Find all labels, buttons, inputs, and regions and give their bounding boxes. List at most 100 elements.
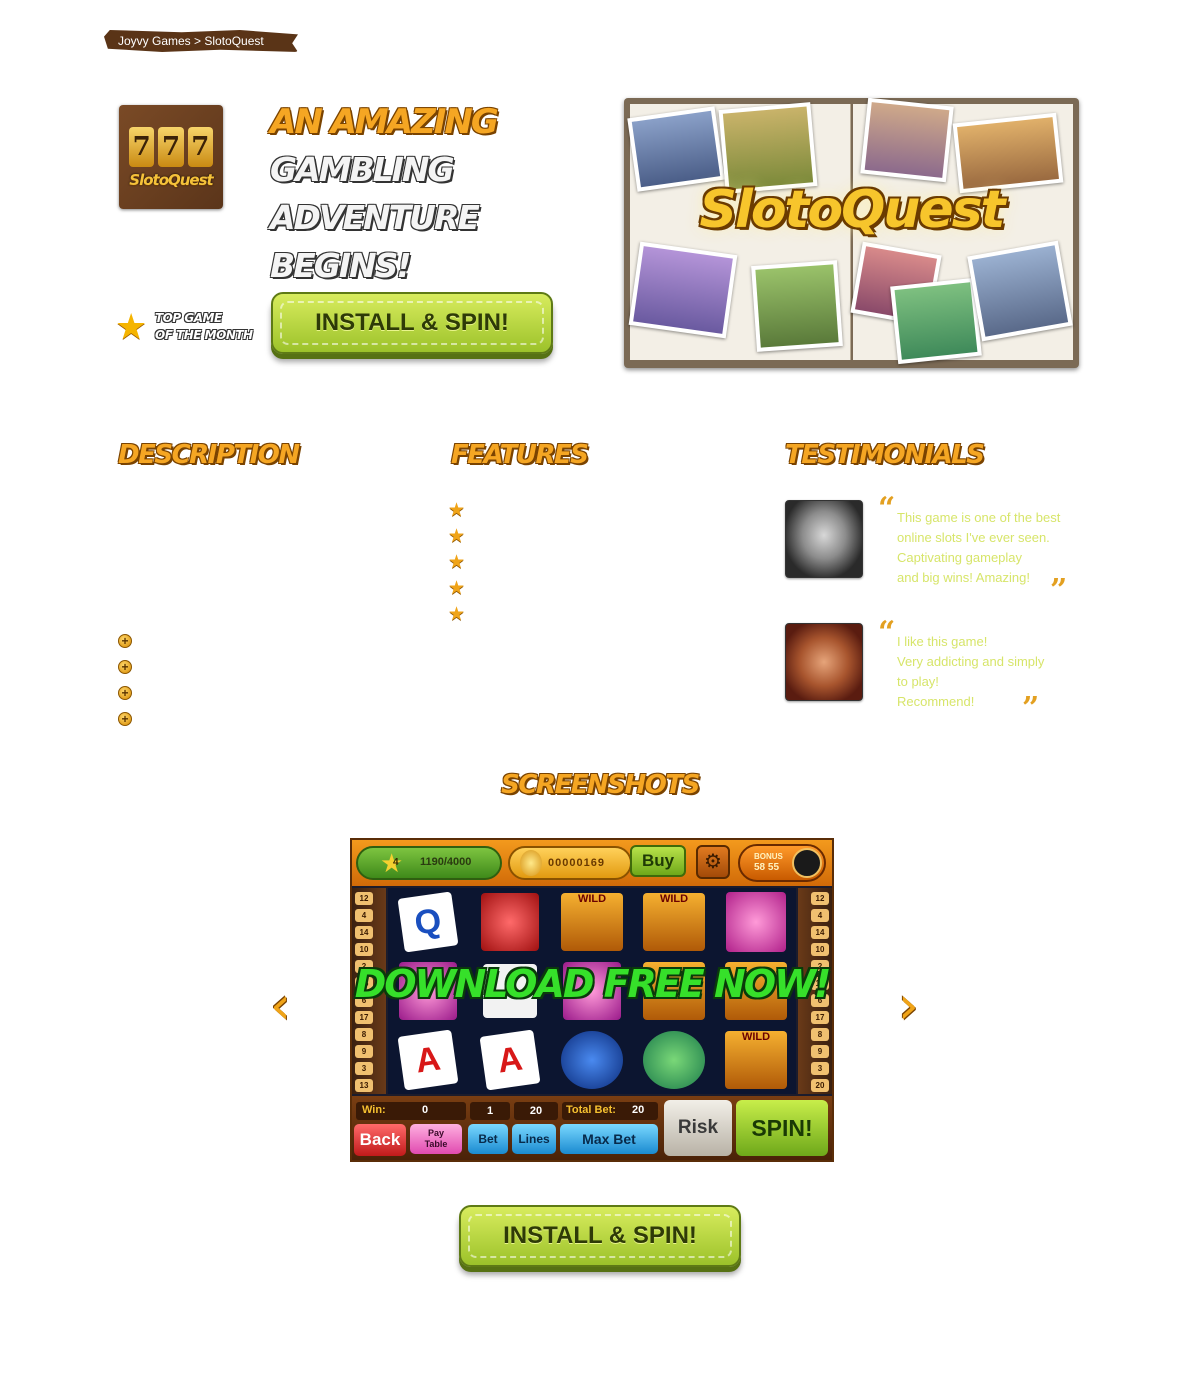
risk-button[interactable]: Risk (664, 1100, 732, 1156)
testimonials-heading: TESTIMONIALS (785, 440, 985, 470)
headline: AN AMAZING GAMBLING ADVENTURE BEGINS! (270, 98, 610, 290)
spin-button[interactable]: SPIN! (736, 1100, 828, 1156)
symbol-wild: WILD (716, 1027, 796, 1094)
lines-button[interactable]: Lines (512, 1124, 556, 1154)
coins-bar: 00000169 (508, 846, 632, 880)
line-number-tab: 14 (811, 926, 829, 939)
download-free-overlay[interactable]: DOWNLOAD FREE NOW! (352, 962, 832, 1006)
testimonial-line: This game is one of the best (897, 510, 1061, 525)
symbol-card-a: A (388, 1027, 468, 1094)
description-heading: DESCRIPTION (118, 440, 300, 470)
photo-police (627, 106, 725, 192)
breadcrumb-text[interactable]: Joyvy Games > SlotoQuest (118, 34, 264, 48)
feature-star-icon: ★ (448, 526, 466, 547)
badge-text: TOP GAME OF THE MONTH (155, 310, 253, 344)
max-bet-button[interactable]: Max Bet (560, 1124, 658, 1154)
total-bet-value: 20 (632, 1104, 645, 1116)
game-screenshot[interactable]: ★ 4 1190/4000 00000169 Buy ⚙ BONUS 58 55… (350, 838, 834, 1162)
reel-seven: 7 (158, 127, 184, 167)
photo-soldier (751, 260, 843, 352)
line-number-tab: 10 (355, 943, 373, 956)
headline-line-2: GAMBLING ADVENTURE (270, 150, 480, 237)
feature-star-icon: ★ (448, 552, 466, 573)
features-heading: FEATURES (451, 440, 589, 470)
feature-star-icon: ★ (448, 500, 466, 521)
feature-star-icon: ★ (448, 604, 466, 625)
star-icon: ★ (115, 306, 148, 347)
photo-park (890, 277, 982, 365)
plus-bullet-icon: + (118, 686, 132, 700)
plus-bullet-icon: + (118, 660, 132, 674)
testimonial-line: Very addicting and simply (897, 654, 1045, 669)
line-number-tab: 8 (355, 1028, 373, 1041)
bonus-timer: BONUS 58 55 (738, 844, 826, 882)
xp-value: 1190/4000 (420, 856, 472, 868)
coins-value: 00000169 (548, 857, 605, 869)
win-value: 0 (422, 1104, 429, 1116)
symbol-wild: WILD (552, 888, 632, 955)
line-number-tab: 17 (811, 1011, 829, 1024)
bet-button[interactable]: Bet (468, 1124, 508, 1154)
testimonial-line: Captivating gameplay (897, 550, 1023, 565)
line-number-tab: 20 (811, 1079, 829, 1092)
open-quote-icon: “ (878, 491, 896, 526)
line-number-tab: 10 (811, 943, 829, 956)
carousel-prev-arrow-icon[interactable]: ‹ (270, 976, 291, 1036)
avatar (785, 500, 863, 578)
open-quote-icon: “ (878, 615, 896, 650)
symbol-helicopter (634, 1027, 714, 1094)
photo-general (967, 240, 1073, 342)
screenshots-heading: SCREENSHOTS (501, 770, 700, 800)
app-icon-logo: SlotoQuest (129, 171, 213, 189)
install-spin-button[interactable]: INSTALL & SPIN! (271, 292, 553, 354)
install-spin-button-bottom[interactable]: INSTALL & SPIN! (459, 1205, 741, 1267)
app-icon: 7 7 7 SlotoQuest (119, 105, 223, 209)
feature-star-icon: ★ (448, 578, 466, 599)
testimonial-line: I like this game! (897, 634, 988, 649)
carousel-next-arrow-icon[interactable]: › (898, 976, 919, 1036)
avatar (785, 623, 863, 701)
line-number-tab: 9 (811, 1045, 829, 1058)
testimonial-line: to play! (897, 674, 939, 689)
headline-line-3: BEGINS! (270, 246, 412, 285)
bet-value: 20 (514, 1102, 558, 1120)
line-number-tab: 3 (355, 1062, 373, 1075)
pay-table-line-2: Table (424, 1139, 448, 1149)
back-button[interactable]: Back (354, 1124, 406, 1156)
install-spin-label: INSTALL & SPIN! (315, 309, 509, 336)
symbol-card-q: Q (388, 888, 468, 955)
badge-line-2: OF THE MONTH (155, 328, 253, 342)
line-number-tab: 17 (355, 1011, 373, 1024)
lines-value: 1 (470, 1102, 510, 1120)
breadcrumb[interactable]: Joyvy Games > SlotoQuest (104, 30, 298, 52)
buy-button[interactable]: Buy (630, 845, 686, 877)
line-number-tab: 12 (355, 892, 373, 905)
level-star-icon: ★ (380, 848, 404, 878)
photo-doctor (860, 98, 954, 183)
close-quote-icon: ” (1050, 573, 1068, 608)
gear-icon[interactable]: ⚙ (696, 845, 730, 879)
line-number-tab: 4 (811, 909, 829, 922)
symbol-gangster (470, 888, 550, 955)
symbol-ladies (716, 888, 796, 955)
testimonial-line: online slots I've ever seen. (897, 530, 1050, 545)
line-number-tab: 12 (811, 892, 829, 905)
coins-icon (520, 850, 542, 876)
hero-title: SlotoQuest (699, 180, 1006, 240)
xp-bar: ★ 4 1190/4000 (356, 846, 502, 880)
pay-table-button[interactable]: Pay Table (410, 1124, 462, 1154)
close-quote-icon: ” (1022, 691, 1040, 726)
hero-image: SlotoQuest (624, 98, 1079, 368)
reel-seven: 7 (129, 127, 155, 167)
bottom-panel: Win: 0 1 20 Total Bet: 20 Back Pay Table… (352, 1096, 832, 1160)
install-spin-label: INSTALL & SPIN! (503, 1222, 697, 1249)
total-bet-label: Total Bet: (566, 1104, 616, 1116)
photo-ambulance (628, 241, 738, 339)
symbol-police-cap (552, 1027, 632, 1094)
total-bet-field: Total Bet: 20 (562, 1102, 658, 1120)
symbol-wild: WILD (634, 888, 714, 955)
line-number-tab: 14 (355, 926, 373, 939)
headline-line-1: AN AMAZING (270, 102, 499, 142)
top-game-badge: ★ TOP GAME OF THE MONTH (115, 308, 265, 348)
line-number-tab: 3 (811, 1062, 829, 1075)
